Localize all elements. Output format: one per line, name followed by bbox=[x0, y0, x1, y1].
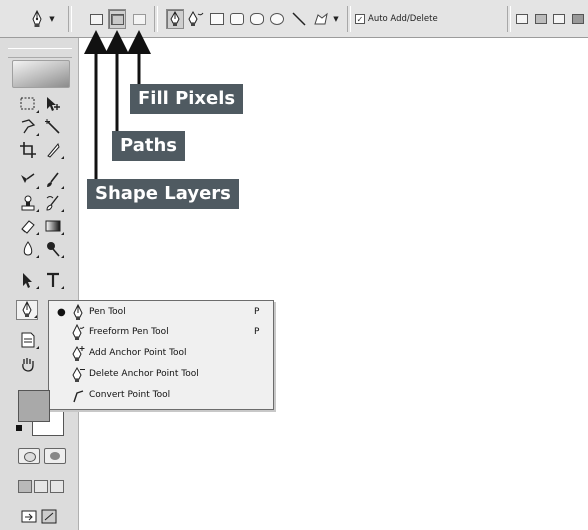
selected-bullet-icon: ● bbox=[57, 307, 66, 318]
flyout-item-label: Delete Anchor Point Tool bbox=[89, 369, 199, 379]
freeform-pen-button[interactable] bbox=[187, 9, 205, 29]
flyout-item-label: Add Anchor Point Tool bbox=[89, 348, 187, 358]
pen-tool-icon[interactable] bbox=[16, 300, 38, 320]
standard-screen-mode-icon[interactable] bbox=[18, 480, 32, 493]
rectangle-icon bbox=[210, 13, 224, 25]
ellipse-icon bbox=[250, 13, 264, 25]
add-to-path-button[interactable] bbox=[514, 9, 530, 29]
marquee-tool-icon[interactable] bbox=[17, 94, 39, 114]
add-to-path-icon bbox=[516, 14, 528, 24]
shape-layers-button[interactable] bbox=[88, 9, 104, 29]
pen-tool-flyout-menu: ● Pen Tool P Freeform Pen Tool P Add Anc… bbox=[48, 300, 274, 410]
hand-tool-icon[interactable] bbox=[17, 354, 39, 374]
flyout-item-label: Convert Point Tool bbox=[89, 390, 171, 400]
panel-gripper[interactable] bbox=[8, 48, 72, 58]
pen-icon bbox=[73, 304, 83, 320]
clone-stamp-tool-icon[interactable] bbox=[17, 193, 39, 213]
rounded-rectangle-icon bbox=[230, 13, 244, 25]
separator bbox=[347, 6, 351, 32]
foreground-color-swatch-top[interactable] bbox=[18, 390, 50, 422]
callout-arrows bbox=[84, 30, 151, 186]
path-selection-tool-icon[interactable] bbox=[17, 270, 39, 290]
separator bbox=[68, 6, 72, 32]
callout-paths: Paths bbox=[112, 131, 185, 161]
line-icon bbox=[292, 12, 306, 26]
fill-pixels-button[interactable] bbox=[131, 9, 147, 29]
gradient-tool-icon[interactable] bbox=[42, 216, 64, 236]
standard-mode-button[interactable] bbox=[18, 448, 40, 464]
checkbox-check-icon: ✓ bbox=[355, 14, 365, 24]
options-bar: ▼ ▼ ✓ Auto Add/Delete bbox=[0, 0, 588, 38]
exclude-path-button[interactable] bbox=[570, 9, 586, 29]
blur-tool-icon[interactable] bbox=[17, 239, 39, 259]
rounded-rectangle-tool-button[interactable] bbox=[228, 9, 246, 29]
brush-tool-icon[interactable] bbox=[42, 170, 64, 190]
jump-to-imageready-icon[interactable] bbox=[20, 506, 60, 526]
freeform-pen-icon bbox=[188, 11, 204, 26]
tool-preset-caret-icon[interactable]: ▼ bbox=[47, 9, 57, 29]
paths-button[interactable] bbox=[108, 9, 126, 29]
auto-add-delete-label: Auto Add/Delete bbox=[368, 14, 438, 24]
history-brush-tool-icon[interactable] bbox=[42, 193, 64, 213]
flyout-item-label: Freeform Pen Tool bbox=[89, 327, 169, 337]
photoshop-feather-icon[interactable] bbox=[12, 60, 70, 88]
move-tool-icon[interactable] bbox=[42, 94, 64, 114]
subtract-path-icon bbox=[535, 14, 547, 24]
flyout-item-add-anchor-point-tool[interactable]: Add Anchor Point Tool bbox=[49, 344, 273, 364]
fill-pixels-icon bbox=[132, 13, 146, 25]
intersect-path-icon bbox=[553, 14, 565, 24]
polygon-tool-button[interactable] bbox=[268, 9, 286, 29]
flyout-item-convert-point-tool[interactable]: Convert Point Tool bbox=[49, 386, 273, 406]
subtract-path-button[interactable] bbox=[533, 9, 549, 29]
convert-point-icon bbox=[73, 390, 84, 403]
flyout-item-freeform-pen-tool[interactable]: Freeform Pen Tool P bbox=[49, 323, 273, 343]
lasso-tool-icon[interactable] bbox=[17, 117, 39, 137]
ellipse-tool-button[interactable] bbox=[248, 9, 266, 29]
shape-layers-icon bbox=[89, 13, 103, 25]
paths-icon bbox=[110, 13, 124, 25]
add-anchor-icon bbox=[72, 345, 85, 361]
healing-brush-tool-icon[interactable] bbox=[17, 170, 39, 190]
rectangle-tool-button[interactable] bbox=[208, 9, 226, 29]
magic-wand-tool-icon[interactable] bbox=[42, 117, 64, 137]
pen-icon bbox=[170, 11, 180, 26]
tool-preset-pen-icon[interactable] bbox=[28, 9, 46, 29]
line-tool-button[interactable] bbox=[290, 9, 308, 29]
dodge-tool-icon[interactable] bbox=[42, 239, 64, 259]
intersect-path-button[interactable] bbox=[551, 9, 567, 29]
eraser-tool-icon[interactable] bbox=[17, 216, 39, 236]
flyout-item-delete-anchor-point-tool[interactable]: Delete Anchor Point Tool bbox=[49, 365, 273, 385]
auto-add-delete-checkbox[interactable]: ✓ Auto Add/Delete bbox=[355, 9, 505, 29]
type-tool-icon[interactable] bbox=[42, 270, 64, 290]
freeform-pen-icon bbox=[72, 324, 85, 340]
notes-tool-icon[interactable] bbox=[17, 330, 39, 350]
separator bbox=[154, 6, 158, 32]
callout-shape-layers: Shape Layers bbox=[87, 179, 239, 209]
flyout-item-shortcut: P bbox=[254, 307, 260, 317]
flyout-item-pen-tool[interactable]: ● Pen Tool P bbox=[49, 303, 273, 323]
custom-shape-tool-button[interactable] bbox=[312, 9, 330, 29]
pen-tool-button[interactable] bbox=[166, 9, 184, 29]
callout-fill-pixels: Fill Pixels bbox=[130, 84, 244, 114]
custom-shape-caret-icon[interactable]: ▼ bbox=[331, 9, 341, 29]
separator bbox=[507, 6, 511, 32]
polygon-icon bbox=[270, 13, 284, 25]
delete-anchor-icon bbox=[72, 366, 85, 382]
flyout-item-shortcut: P bbox=[254, 327, 260, 337]
quick-mask-button[interactable] bbox=[44, 448, 66, 464]
exclude-path-icon bbox=[572, 14, 584, 24]
flyout-item-label: Pen Tool bbox=[89, 307, 126, 317]
default-colors-icon[interactable] bbox=[16, 425, 22, 431]
full-screen-mode-icon[interactable] bbox=[50, 480, 64, 493]
full-screen-menu-mode-icon[interactable] bbox=[34, 480, 48, 493]
crop-tool-icon[interactable] bbox=[17, 140, 39, 160]
custom-shape-icon bbox=[314, 12, 328, 25]
slice-tool-icon[interactable] bbox=[42, 140, 64, 160]
